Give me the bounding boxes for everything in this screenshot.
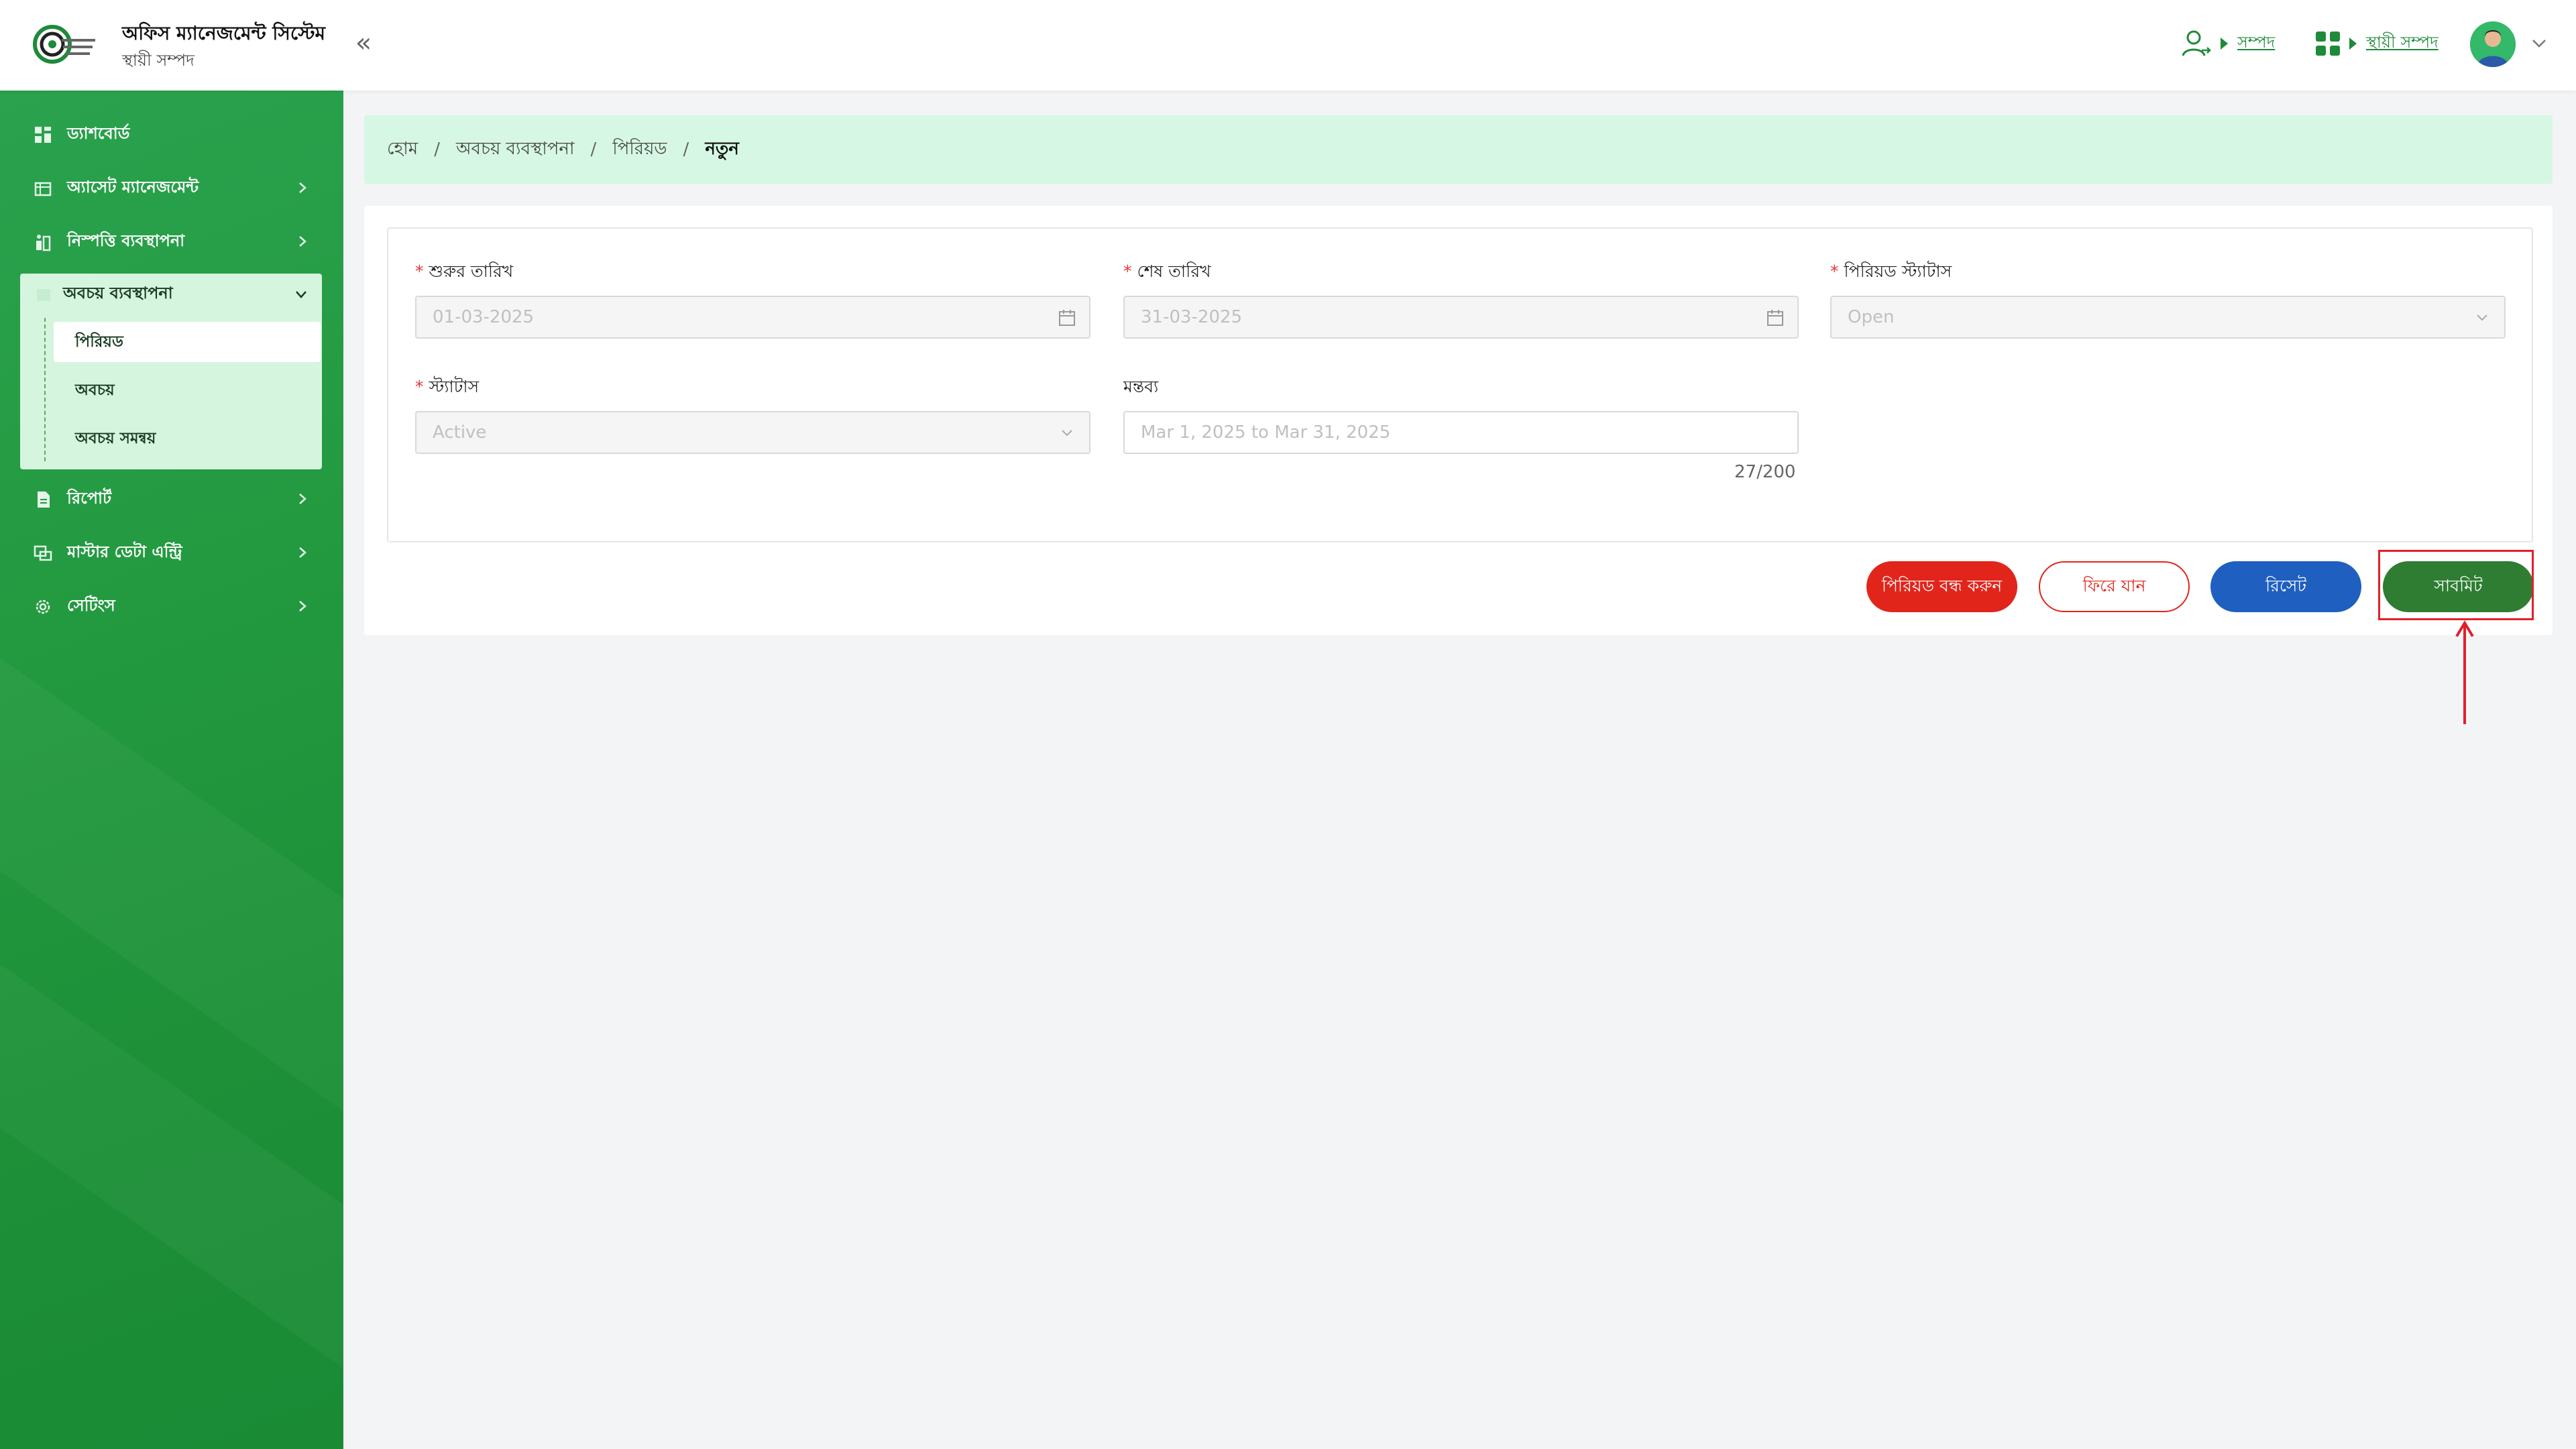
remark-value: Mar 1, 2025 to Mar 31, 2025 [1141,422,1391,443]
breadcrumb-separator: / [590,139,597,160]
chevron-right-icon [299,494,306,504]
period-status-label: * পিরিয়ড স্ট্যাটাস [1830,258,1952,287]
breadcrumb-current: নতুন [705,139,739,159]
remark-char-counter: 27/200 [1734,462,1796,482]
disposal-icon [36,235,51,251]
module-link[interactable]: স্থায়ী সম্পদ [2366,30,2439,57]
sidebar-item-label: নিস্পত্তি ব্যবস্থাপনা [67,231,185,250]
asset-icon [34,182,52,196]
sidebar-item-label: অবচয় ব্যবস্থাপনা [63,284,173,302]
report-icon [38,491,50,508]
chevron-down-icon [2477,314,2487,321]
breadcrumb-separator: / [434,139,440,160]
user-switch-icon [2182,30,2211,56]
arrow-up-icon [2455,620,2474,724]
period-status-label-text: পিরিয়ড স্ট্যাটাস [1844,262,1952,281]
start-date-value: 01-03-2025 [433,307,535,327]
header-actions: সম্পদ স্থায়ী সম্পদ [2107,0,2576,91]
sidebar-item-label: সেটিংস [67,596,115,615]
remark-textarea[interactable]: Mar 1, 2025 to Mar 31, 2025 [1123,411,1799,454]
end-date-label-text: শেষ তারিখ [1137,262,1211,281]
chevron-down-icon [1062,430,1072,437]
close-period-button[interactable]: পিরিয়ড বন্ধ করুন [1866,561,2017,612]
calendar-icon [1059,310,1075,326]
gear-icon [36,599,50,614]
sidebar-item-asset-management[interactable]: অ্যাসেট ম্যানেজমেন্ট [0,164,343,213]
tree-line [44,318,46,461]
end-date-label: * শেষ তারিখ [1123,258,1211,287]
sidebar-item-label: ড্যাশবোর্ড [67,124,130,143]
app-subtitle: স্থায়ী সম্পদ [122,51,194,70]
status-value: Active [433,422,487,443]
status-select[interactable]: Active [415,411,1090,454]
breadcrumb-separator: / [683,139,689,160]
chevron-right-icon [299,236,306,247]
caret-right-icon [2349,38,2357,50]
chevron-down-icon[interactable] [2529,34,2549,54]
chevron-down-icon [296,291,306,298]
period-status-value: Open [1848,307,1895,327]
status-label: * স্ট্যাটাস [415,373,479,402]
back-button[interactable]: ফিরে যান [2039,561,2190,612]
end-date-field[interactable]: 31-03-2025 [1123,296,1799,339]
remark-label: মন্তব্য [1123,377,1159,396]
period-form-card: * শুরুর তারিখ 01-03-2025 * শেষ তারিখ 31-03… [364,206,2553,635]
role-switch[interactable]: সম্পদ [2180,27,2275,60]
required-mark: * [1830,262,1839,281]
sidebar-subitem-period[interactable]: পিরিয়ড [54,322,321,362]
required-mark: * [1123,262,1132,281]
start-date-label-text: শুরুর তারিখ [429,262,514,281]
collapse-sidebar-icon[interactable]: « [349,28,378,58]
logo-icon [33,25,95,64]
chevron-right-icon [299,601,306,612]
chevron-right-icon [299,182,306,193]
sidebar-item-dashboard[interactable]: ড্যাশবোর্ড [0,111,343,159]
role-link[interactable]: সম্পদ [2237,30,2275,57]
sidebar-item-disposal[interactable]: নিস্পত্তি ব্যবস্থাপনা [0,218,343,266]
submit-highlight-box [2378,550,2534,620]
breadcrumb-section[interactable]: অবচয় ব্যবস্থাপনা [456,135,575,164]
breadcrumb-page[interactable]: পিরিয়ড [612,135,667,164]
sidebar-item-settings[interactable]: সেটিংস [0,583,343,631]
sidebar-item-depreciation[interactable]: অবচয় ব্যবস্থাপনা [20,274,322,315]
dashboard-icon [35,127,51,143]
reset-button[interactable]: রিসেট [2210,561,2361,612]
sidebar-item-label: মাস্টার ডেটা এন্ট্রি [67,542,182,561]
top-header: অফিস ম্যানেজমেন্ট সিস্টেম স্থায়ী সম্পদ … [0,0,2576,91]
chevron-right-icon [299,547,306,558]
sidebar-item-master-data[interactable]: মাস্টার ডেটা এন্ট্রি [0,529,343,577]
breadcrumb: হোম / অবচয় ব্যবস্থাপনা / পিরিয়ড / নতুন [364,115,2553,184]
start-date-label: * শুরুর তারিখ [415,258,513,287]
start-date-field[interactable]: 01-03-2025 [415,296,1090,339]
user-avatar[interactable] [2470,21,2516,67]
app-title: অফিস ম্যানেজমেন্ট সিস্টেম [122,22,326,44]
period-status-select[interactable]: Open [1830,296,2506,339]
breadcrumb-home[interactable]: হোম [387,135,418,164]
period-form: * শুরুর তারিখ 01-03-2025 * শেষ তারিখ 31-03… [387,227,2533,542]
caret-right-icon [2221,38,2228,50]
required-mark: * [415,262,424,281]
required-mark: * [415,377,424,396]
depreciation-icon [37,289,50,301]
sidebar: ড্যাশবোর্ড অ্যাসেট ম্যানেজমেন্ট নিস্পত্ত… [0,91,343,1449]
sidebar-item-report[interactable]: রিপোর্ট [0,475,343,524]
end-date-value: 31-03-2025 [1141,307,1243,327]
sidebar-item-label: অ্যাসেট ম্যানেজমেন্ট [67,178,199,196]
calendar-icon [1767,310,1783,326]
sidebar-subitem-depreciation-adjustment[interactable]: অবচয় সমন্বয় [54,418,321,459]
status-label-text: স্ট্যাটাস [429,377,480,396]
avatar-icon [2470,21,2516,67]
sidebar-group-depreciation: অবচয় ব্যবস্থাপনা পিরিয়ড অবচয় অবচয় সম… [20,274,322,469]
sidebar-item-label: রিপোর্ট [67,489,112,508]
sidebar-subitem-depreciation[interactable]: অবচয় [54,370,321,410]
master-data-icon [34,545,52,561]
apps-grid-icon [2316,32,2340,56]
module-switch[interactable]: স্থায়ী সম্পদ [2314,27,2439,60]
